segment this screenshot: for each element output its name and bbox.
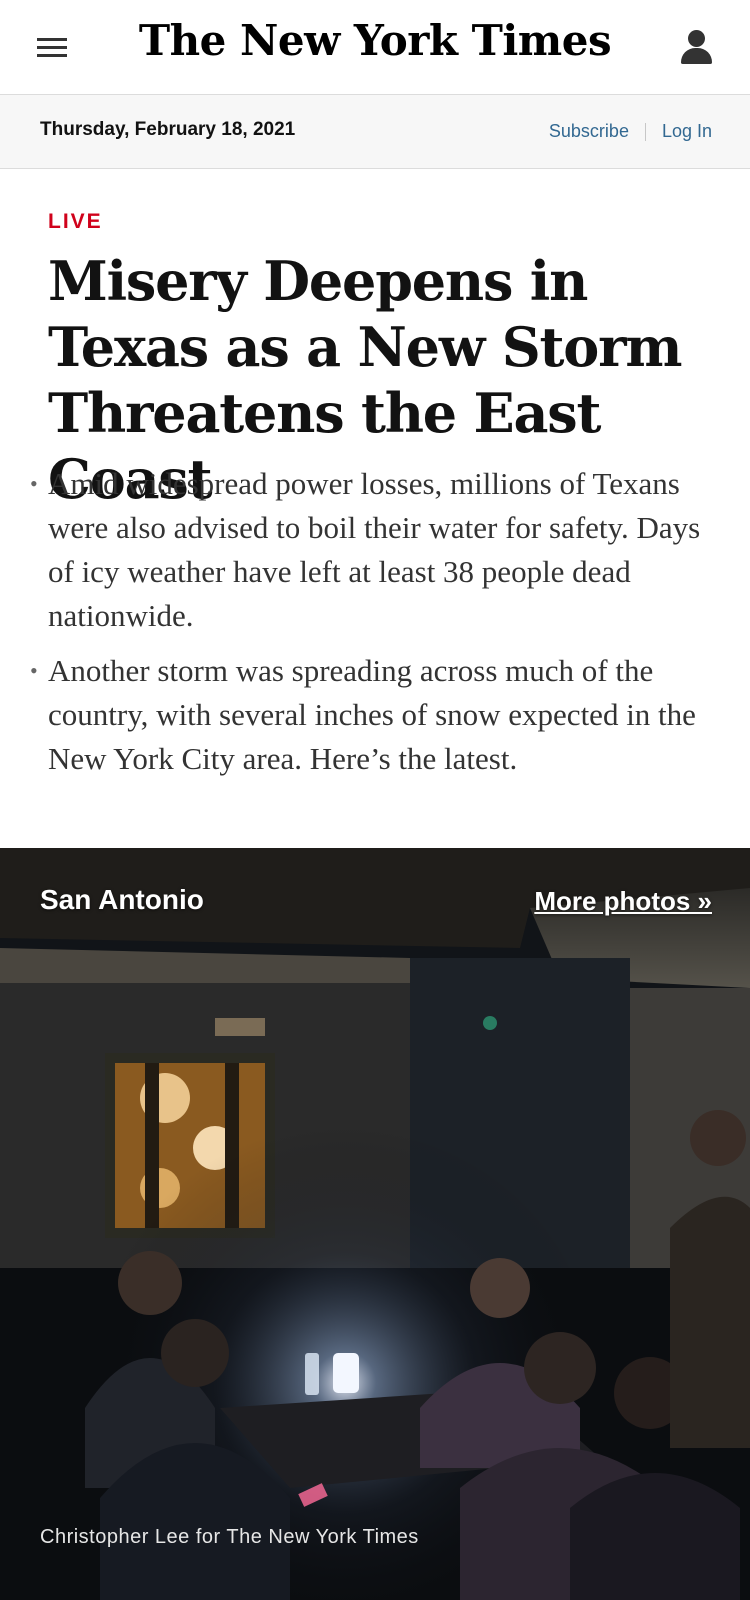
login-link[interactable]: Log In xyxy=(662,121,712,142)
summary-item: • Amid widespread power losses, millions… xyxy=(30,462,720,638)
bullet-icon: • xyxy=(30,471,38,496)
current-date: Thursday, February 18, 2021 xyxy=(40,119,296,140)
top-bar: The New York Times xyxy=(0,0,750,95)
summary-text: Amid widespread power losses, millions o… xyxy=(48,466,701,633)
more-photos-link[interactable]: More photos » xyxy=(534,886,712,917)
photo-credit: Christopher Lee for The New York Times xyxy=(40,1526,419,1548)
photo-illustration xyxy=(0,848,750,1600)
live-label: LIVE xyxy=(48,210,103,233)
subscribe-link[interactable]: Subscribe xyxy=(549,121,629,142)
bullet-icon: • xyxy=(30,658,38,683)
date-bar: Thursday, February 18, 2021 Subscribe Lo… xyxy=(0,95,750,169)
link-divider xyxy=(644,122,646,141)
photo-location: San Antonio xyxy=(40,884,204,915)
lead-photo[interactable]: San Antonio More photos » Christopher Le… xyxy=(0,848,750,1600)
nyt-logo[interactable]: The New York Times xyxy=(0,16,750,65)
summary-text: Another storm was spreading across much … xyxy=(48,653,696,776)
summary-list: • Amid widespread power losses, millions… xyxy=(30,462,720,792)
user-account-icon[interactable] xyxy=(680,30,712,66)
summary-item: • Another storm was spreading across muc… xyxy=(30,649,720,781)
account-links: Subscribe Log In xyxy=(549,121,712,142)
